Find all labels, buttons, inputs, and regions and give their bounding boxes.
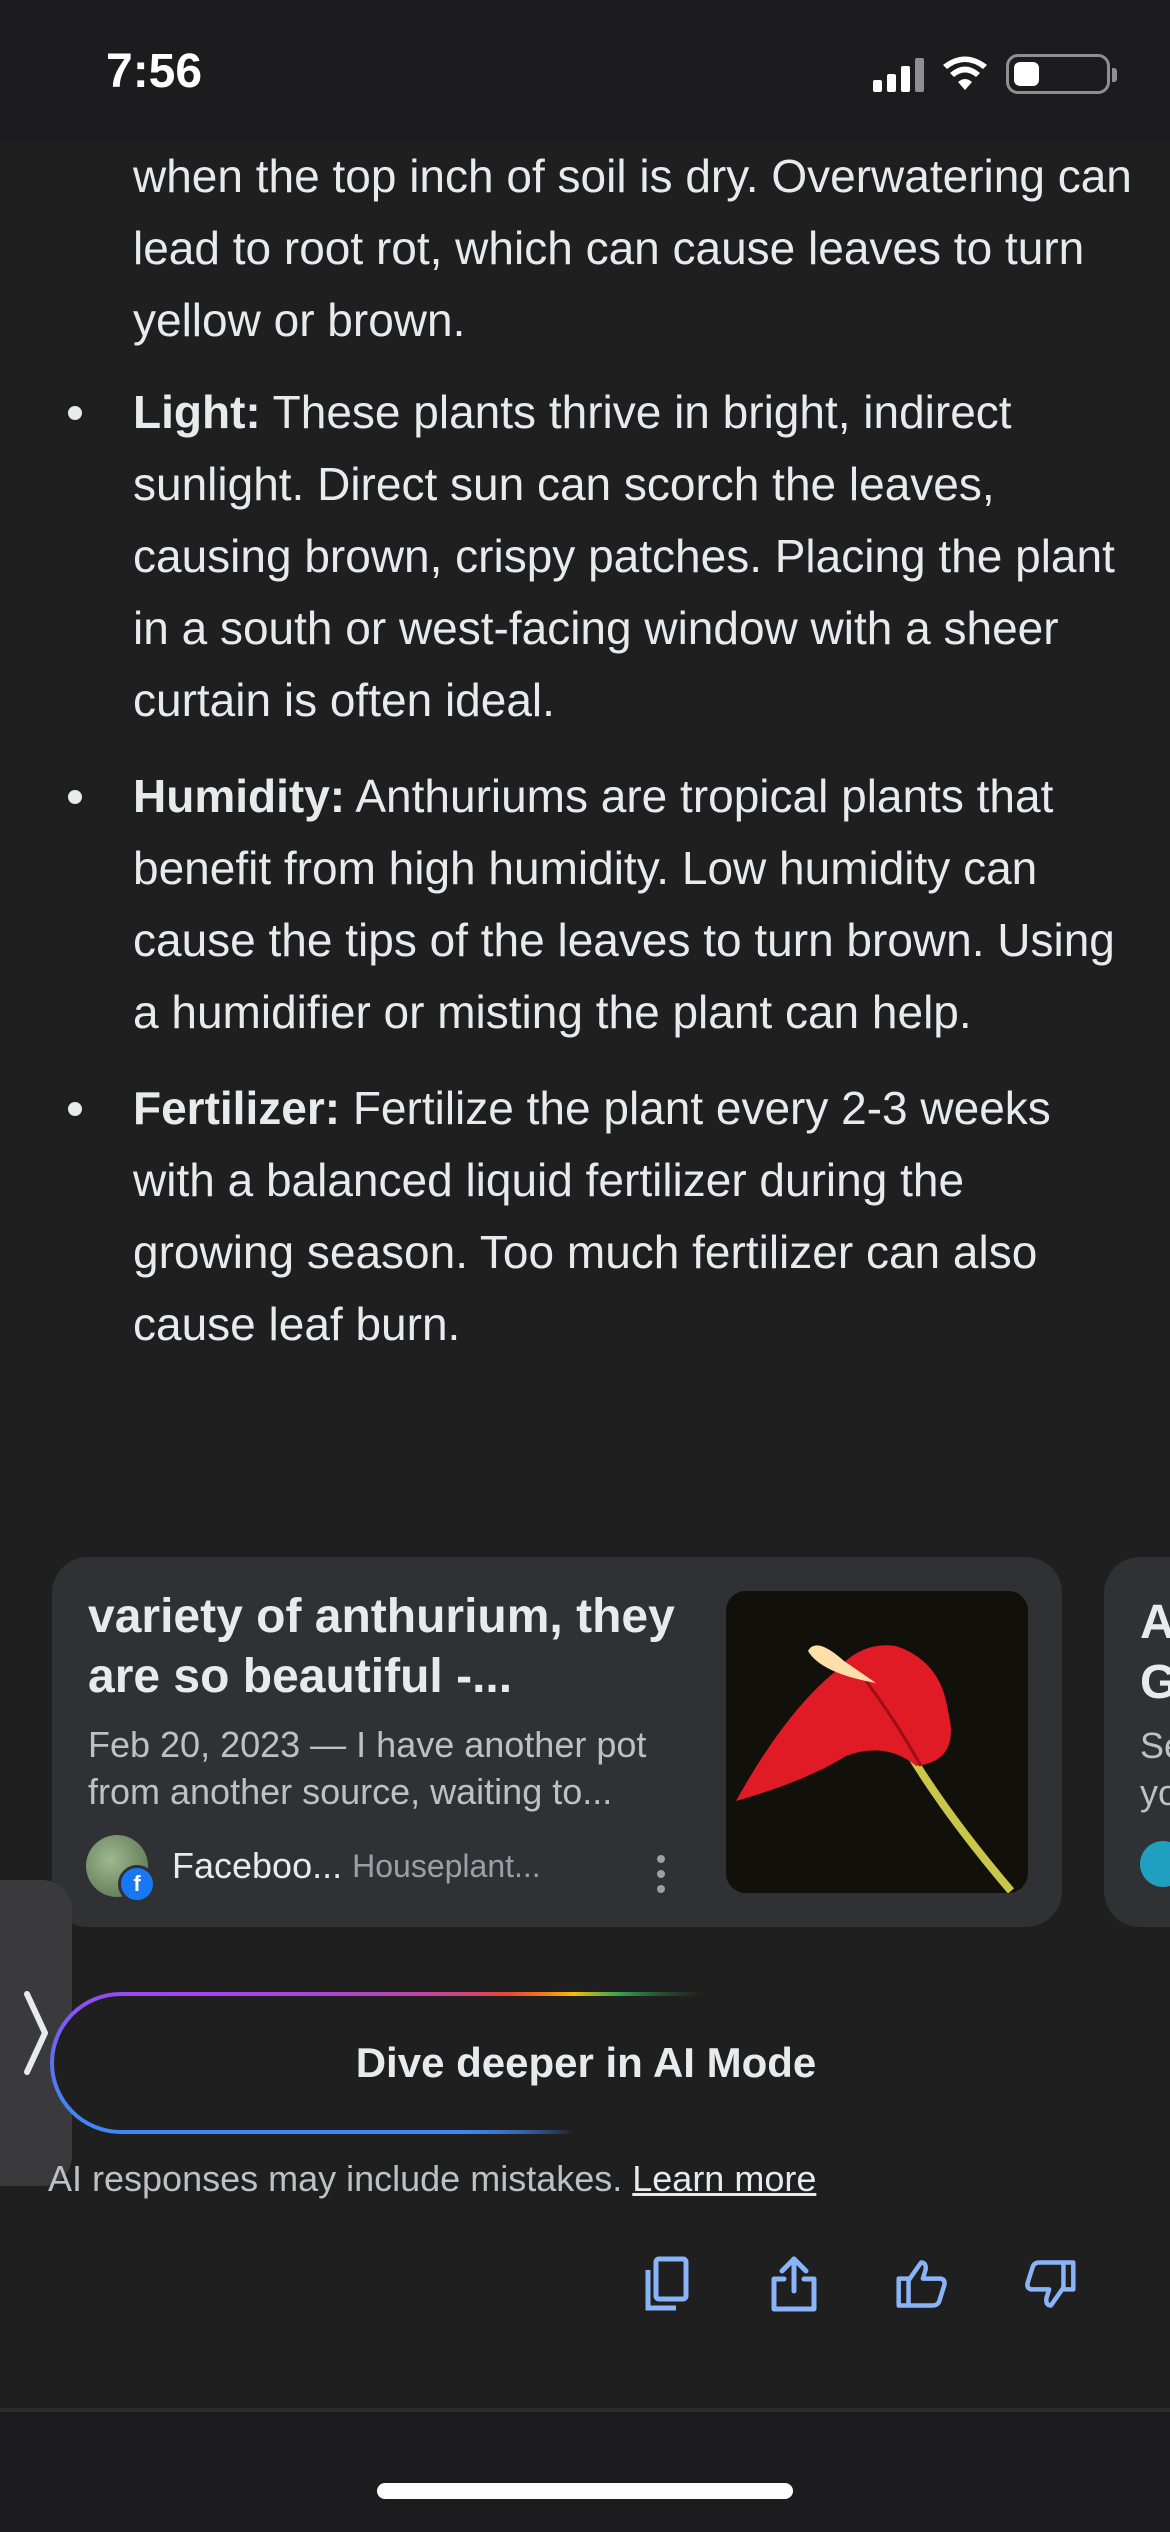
chevron-right-icon [24, 1991, 48, 2075]
next-card-snippet-line1: Se [1140, 1725, 1170, 1766]
list-item: Fertilizer: Fertilize the plant every 2-… [0, 1072, 1133, 1360]
source-card-title[interactable]: variety of anthurium, they are so beauti… [88, 1587, 728, 1707]
source-avatar: f [86, 1835, 156, 1903]
answer-continuation: when the top inch of soil is dry. Overwa… [133, 150, 1132, 346]
thumbs-down-icon[interactable] [1024, 2254, 1076, 2314]
ai-disclaimer: AI responses may include mistakes. Learn… [48, 2158, 816, 2200]
ai-mode-label: Dive deeper in AI Mode [355, 2039, 817, 2086]
bottom-bar [0, 2412, 1170, 2532]
bullet-dot [68, 406, 82, 420]
more-vert-icon[interactable] [656, 1855, 666, 1893]
status-bar: 7:56 [0, 0, 1170, 140]
ai-mode-button-body: Dive deeper in AI Mode [54, 1996, 1118, 2130]
next-card-title-line1: A [1140, 1596, 1170, 1649]
next-card-source-icon [1140, 1841, 1170, 1887]
wifi-icon [943, 56, 987, 90]
learn-more-link[interactable]: Learn more [632, 2158, 816, 2199]
home-indicator[interactable] [377, 2483, 793, 2499]
copy-icon[interactable] [640, 2254, 692, 2314]
share-icon[interactable] [768, 2254, 820, 2314]
signal-icon [873, 56, 924, 92]
source-card[interactable]: variety of anthurium, they are so beauti… [52, 1557, 1062, 1927]
bullet-dot [68, 790, 82, 804]
bullet-text: These plants thrive in bright, indirect … [133, 386, 1115, 726]
next-card-snippet-line2: yo [1140, 1772, 1170, 1813]
anthurium-flower-image[interactable] [726, 1591, 1028, 1893]
bullet-dot [68, 1102, 82, 1116]
dive-deeper-ai-mode-button[interactable]: Dive deeper in AI Mode [50, 1992, 1122, 2134]
list-item: Light: These plants thrive in bright, in… [0, 376, 1133, 736]
facebook-icon: f [118, 1865, 156, 1903]
next-source-card[interactable]: A G Se yo [1104, 1557, 1170, 1927]
source-group: Houseplant... [352, 1847, 541, 1884]
status-time: 7:56 [106, 45, 203, 98]
source-name: Faceboo... [172, 1845, 343, 1886]
next-card-title-line2: G [1140, 1656, 1170, 1709]
source-attribution: f Faceboo... Houseplant... [86, 1833, 541, 1903]
source-card-snippet: Feb 20, 2023 — I have another pot from a… [88, 1724, 647, 1812]
feedback-actions [640, 2254, 1076, 2314]
anthurium-illustration [726, 1591, 1028, 1893]
disclaimer-text: AI responses may include mistakes. [48, 2158, 633, 2199]
bullet-term: Light: [133, 386, 261, 438]
list-item: Humidity: Anthuriums are tropical plants… [0, 760, 1133, 1048]
thumbs-up-icon[interactable] [896, 2254, 948, 2314]
status-icons [873, 52, 1117, 96]
care-tips-list: Light: These plants thrive in bright, in… [0, 376, 1170, 1384]
battery-icon [1006, 54, 1117, 94]
bullet-term: Humidity: [133, 770, 346, 822]
bullet-term: Fertilizer: [133, 1082, 341, 1134]
